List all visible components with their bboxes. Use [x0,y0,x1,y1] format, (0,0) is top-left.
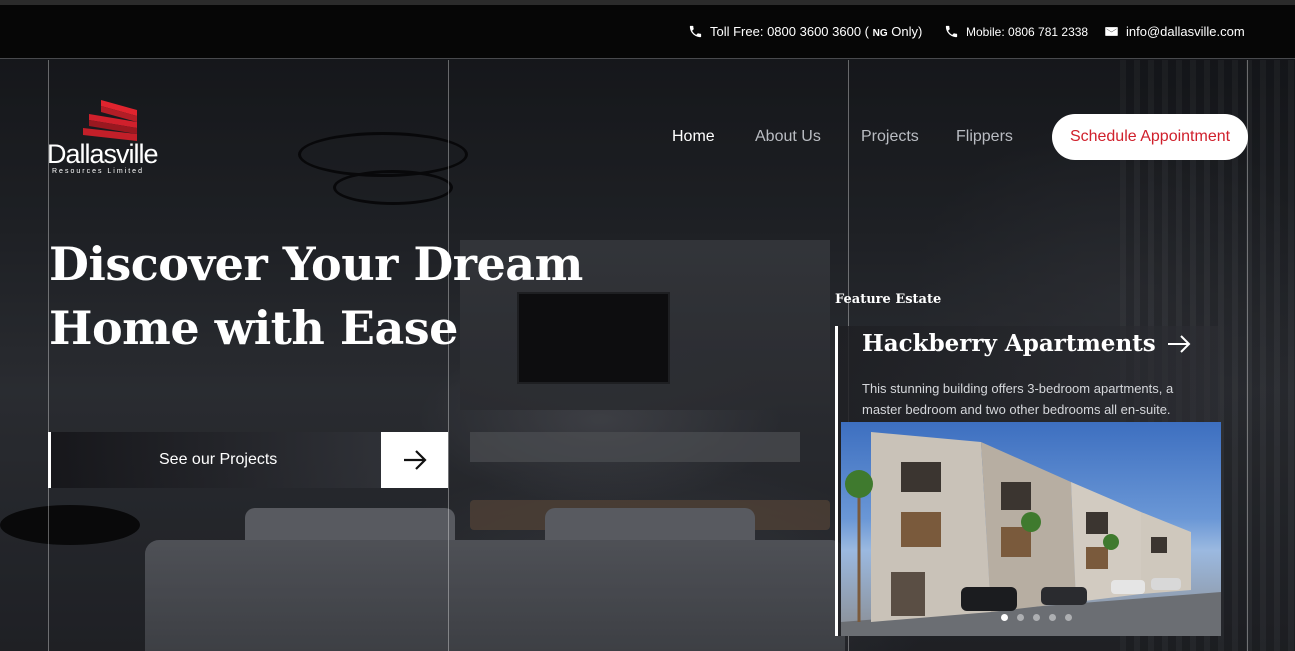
browser-edge-strip [0,0,1295,5]
feature-estate-card: Hackberry Apartments This stunning build… [835,326,1221,636]
carousel-dots [1001,614,1072,621]
toll-free-number: Toll Free: 0800 3600 3600 ( [710,24,869,39]
see-projects-arrow[interactable] [381,432,448,488]
nav-flippers[interactable]: Flippers [956,128,1013,146]
top-contact-bar: Toll Free: 0800 3600 3600 ( NG Only) Mob… [0,0,1295,58]
feature-title: Hackberry Apartments [862,330,1156,357]
carousel-dot[interactable] [1049,614,1056,621]
see-projects-button[interactable]: See our Projects [48,432,448,488]
see-projects-label: See our Projects [48,432,381,488]
logo-mark-icon [83,100,137,141]
hero-headline: Discover Your Dream Home with Ease [49,232,609,360]
nav-home[interactable]: Home [672,128,715,146]
feature-estate-label: Feature Estate [835,292,942,307]
nav-projects[interactable]: Projects [861,128,919,146]
carousel-dot[interactable] [1033,614,1040,621]
hero-headline-line1: Discover Your Dream [49,237,583,291]
arrow-right-icon [1167,334,1191,353]
toll-free-text: Toll Free: 0800 3600 3600 ( NG Only) [710,24,922,39]
phone-icon [945,25,958,38]
nav-about-us[interactable]: About Us [755,128,821,146]
feature-description: This stunning building offers 3-bedroom … [862,381,1174,417]
site-logo[interactable]: Dallasville Resources Limited [47,100,162,180]
mail-icon [1105,27,1118,36]
carousel-dot[interactable] [1065,614,1072,621]
logo-subtitle: Resources Limited [52,168,144,175]
carousel-dot[interactable] [1001,614,1008,621]
feature-title-link[interactable]: Hackberry Apartments [862,330,1192,357]
carousel-dot[interactable] [1017,614,1024,621]
feature-building-image[interactable] [841,422,1221,636]
email-contact[interactable]: info@dallasville.com [1104,24,1245,39]
email-address: info@dallasville.com [1126,24,1245,39]
toll-free-contact[interactable]: Toll Free: 0800 3600 3600 ( NG Only) [688,24,922,39]
grid-line [1247,60,1248,651]
grid-line [0,58,1295,59]
phone-icon [689,25,702,38]
hero-headline-line2: Home with Ease [49,301,458,355]
arrow-right-icon [403,450,427,470]
mobile-number: Mobile: 0806 781 2338 [966,24,1089,39]
logo-wordmark: Dallasville [47,139,159,169]
toll-free-suffix: Only) [891,24,923,39]
toll-free-region: NG [872,28,888,39]
mobile-contact[interactable]: Mobile: 0806 781 2338 [944,24,1088,39]
building-illustration [841,432,1221,636]
schedule-appointment-button[interactable]: Schedule Appointment [1052,114,1248,160]
